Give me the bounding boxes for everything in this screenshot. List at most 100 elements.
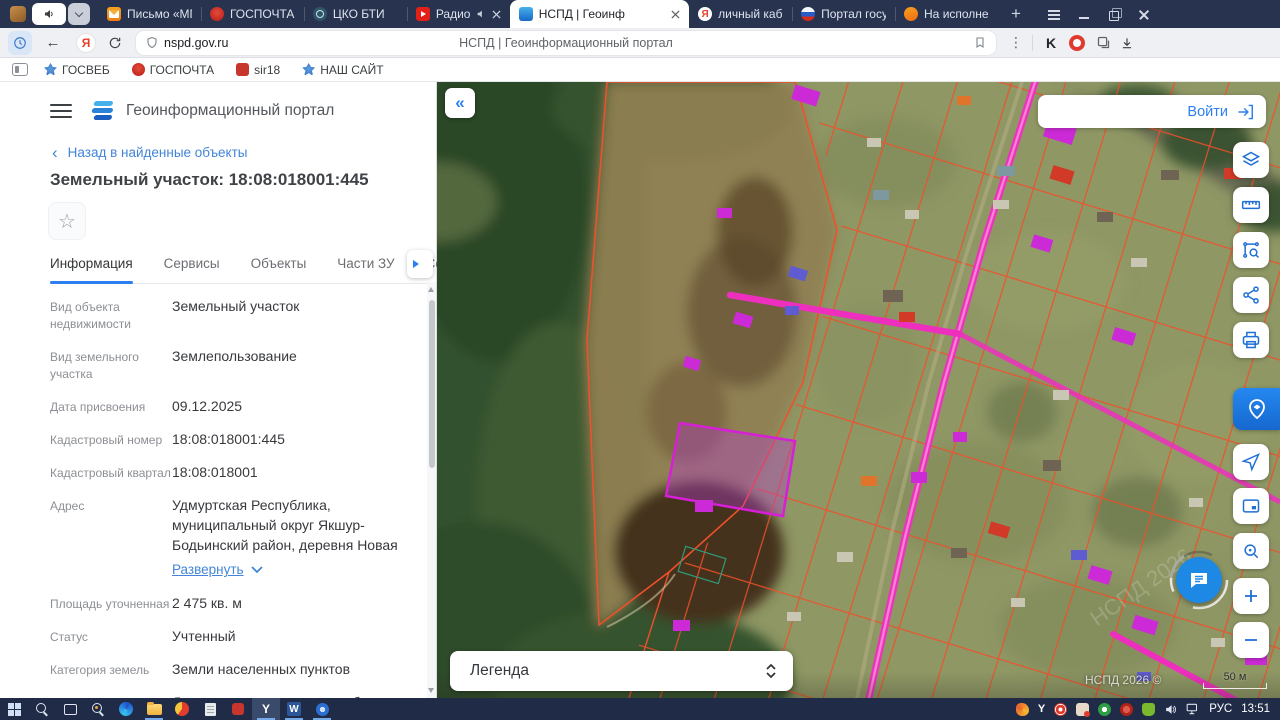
taskbar-app-blue[interactable] xyxy=(308,698,336,720)
bookmark-item[interactable]: НАШ САЙТ xyxy=(302,63,384,77)
taskbar-app-explorer[interactable] xyxy=(140,698,168,720)
legend-bar[interactable]: Легенда xyxy=(450,651,793,691)
volume-icon[interactable] xyxy=(1164,703,1177,716)
browser-tab[interactable]: На исполнение xyxy=(895,0,998,28)
tab-label: НСПД | Геоинф xyxy=(538,7,625,21)
url-field[interactable]: nspd.gov.ru НСПД | Геоинформационный пор… xyxy=(136,30,996,55)
kaspersky-icon[interactable]: K xyxy=(1039,35,1063,51)
restore-button[interactable] xyxy=(1106,6,1122,22)
start-button[interactable] xyxy=(0,698,28,720)
tray-yandex-icon[interactable]: Y xyxy=(1038,703,1045,716)
panel-tab[interactable]: Информация xyxy=(50,246,133,284)
taskbar-app-edge[interactable] xyxy=(112,698,140,720)
chat-button[interactable] xyxy=(1176,557,1222,603)
task-view-button[interactable] xyxy=(56,698,84,720)
adguard-icon[interactable] xyxy=(1069,34,1085,51)
ruler-button[interactable] xyxy=(1233,187,1269,223)
map-canvas[interactable]: НСПД 2026 « Войти Легенда НСПД 2026 © 50… xyxy=(437,82,1280,698)
tray-target-icon[interactable] xyxy=(1054,702,1068,716)
taskbar-app-notepad[interactable] xyxy=(196,698,224,720)
expand-link[interactable]: Развернуть xyxy=(172,560,244,580)
history-icon[interactable] xyxy=(8,30,32,55)
field-value: 2 475 кв. м xyxy=(172,595,242,611)
send-object-button[interactable] xyxy=(1233,388,1280,430)
taskbar-app-yandex-browser[interactable]: Y xyxy=(252,698,280,720)
browser-tab[interactable]: Радио Дача xyxy=(406,0,510,28)
taskbar-app-red[interactable] xyxy=(224,698,252,720)
panel-tab[interactable]: Сервисы xyxy=(164,246,220,283)
overview-map-button[interactable] xyxy=(1233,488,1269,524)
browser-tab[interactable]: Портал государс xyxy=(792,0,895,28)
field-label: Вид земельного участка xyxy=(50,350,139,381)
panel-tab[interactable]: Части ЗУ xyxy=(337,246,394,283)
back-to-results-link[interactable]: ‹ Назад в найденные объекты xyxy=(52,144,247,161)
locate-button[interactable] xyxy=(1233,444,1269,480)
print-button[interactable] xyxy=(1233,322,1269,358)
taskbar-app-word[interactable]: W xyxy=(280,698,308,720)
taskbar-app-pie[interactable] xyxy=(168,698,196,720)
tray-antivirus-icon[interactable] xyxy=(1142,702,1156,716)
map-scale: 50 м xyxy=(1203,671,1267,689)
scroll-down-arrow[interactable] xyxy=(428,688,434,693)
browser-tab[interactable]: ЦКО БТИ xyxy=(303,0,407,28)
panel-tab-label: Объекты xyxy=(250,256,307,271)
collapse-panel-button[interactable]: « xyxy=(445,88,475,118)
refresh-icon[interactable] xyxy=(102,36,128,50)
tray-red-icon[interactable] xyxy=(1120,702,1134,716)
download-icon[interactable] xyxy=(1115,36,1139,50)
login-bar[interactable]: Войти xyxy=(1038,95,1266,128)
yandex-icon[interactable]: Я xyxy=(76,32,96,53)
bookmark-flag-icon[interactable] xyxy=(974,36,986,49)
browser-tab[interactable]: личный кабинет xyxy=(689,0,792,28)
tray-green-icon[interactable] xyxy=(1098,702,1112,716)
zoom-out-button[interactable] xyxy=(1233,622,1269,658)
tab-audio-control[interactable] xyxy=(32,3,66,25)
chevron-down-icon[interactable] xyxy=(68,3,90,25)
layers-button[interactable] xyxy=(1233,142,1269,178)
scrollbar-thumb[interactable] xyxy=(428,300,435,468)
back-icon[interactable]: ← xyxy=(40,34,66,51)
profile-icon[interactable] xyxy=(10,6,26,22)
tray-hand-icon[interactable] xyxy=(1076,702,1091,717)
minimize-button[interactable] xyxy=(1076,6,1092,22)
favorite-star-button[interactable]: ☆ xyxy=(48,202,86,240)
close-button[interactable] xyxy=(1136,6,1152,22)
tab-close-icon[interactable] xyxy=(492,9,501,19)
scroll-up-arrow[interactable] xyxy=(428,287,434,292)
taskbar-app-magnifier[interactable] xyxy=(84,698,112,720)
extension-icon[interactable] xyxy=(1091,35,1115,50)
bookmarks-bar: ГОСВЕБ ГОСПОЧТА sir18 НАШ САЙТ xyxy=(0,58,1280,82)
panel-scrollbar[interactable] xyxy=(427,282,436,698)
panel-tab[interactable]: Объекты xyxy=(251,246,307,283)
browser-tab[interactable]: Письмо «МП на к xyxy=(98,0,201,28)
taskbar-search[interactable] xyxy=(28,698,56,720)
bookmark-item[interactable]: ГОСВЕБ xyxy=(44,63,110,77)
browser-tab[interactable]: НСПД | Геоинф xyxy=(509,0,690,28)
tab-favicon xyxy=(904,7,919,21)
browser-menu-icon[interactable] xyxy=(1046,6,1062,22)
area-search-button[interactable] xyxy=(1233,232,1269,268)
tabs-scroll-right-button[interactable] xyxy=(407,250,433,278)
network-icon[interactable] xyxy=(1186,703,1200,715)
tab-label: ЦКО БТИ xyxy=(332,7,385,21)
tab-close-icon[interactable] xyxy=(671,9,680,19)
share-button[interactable] xyxy=(1233,277,1269,313)
tab-audio-icon[interactable] xyxy=(476,9,486,19)
tray-flame-icon[interactable] xyxy=(1015,702,1029,716)
object-search-button[interactable] xyxy=(1233,533,1269,569)
bookmark-item[interactable]: sir18 xyxy=(236,63,280,77)
portal-logo[interactable]: Геоинформационный портал xyxy=(90,100,334,122)
expand-address[interactable]: Развернуть xyxy=(172,560,420,580)
new-tab-button[interactable]: + xyxy=(1004,2,1028,26)
menu-icon[interactable] xyxy=(50,103,72,119)
language-indicator[interactable]: РУС xyxy=(1209,703,1232,715)
side-panel-icon[interactable] xyxy=(12,63,28,76)
taskbar-clock[interactable]: 13:51 xyxy=(1241,703,1270,715)
field-label: Кадастровый номер xyxy=(50,433,163,447)
bookmark-item[interactable]: ГОСПОЧТА xyxy=(131,63,214,77)
address-bar: ← Я nspd.gov.ru НСПД | Геоинформационный… xyxy=(0,28,1280,58)
zoom-in-button[interactable] xyxy=(1233,578,1269,614)
url-menu-icon[interactable]: ⋮ xyxy=(1006,34,1026,51)
legend-label: Легенда xyxy=(470,662,529,679)
browser-tab[interactable]: ГОСПОЧТА xyxy=(200,0,304,28)
